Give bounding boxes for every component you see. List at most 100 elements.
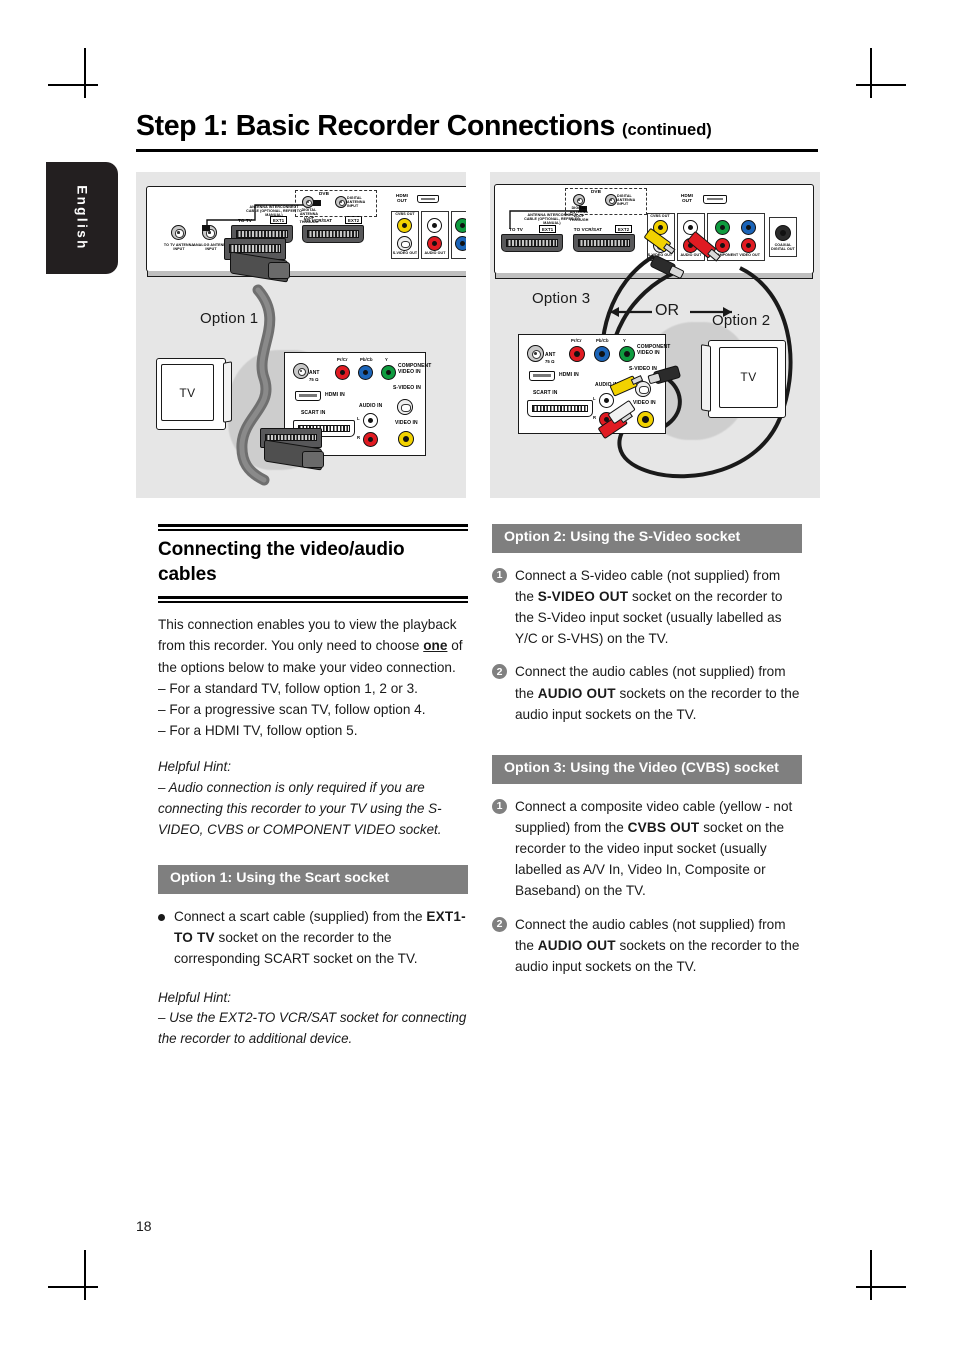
page-title-continued: (continued)	[621, 121, 712, 139]
figure-left-option-label: Option 1	[200, 310, 259, 327]
option-1-hint-label: Helpful Hint:	[158, 989, 231, 1005]
page-header: Step 1: Basic Recorder Connections (conti…	[136, 110, 818, 152]
tv-audio-l-label: L	[357, 416, 360, 421]
option-3-step-2: 2 Connect the audio cables (not supplied…	[492, 914, 802, 978]
step-number-badge: 2	[492, 664, 507, 680]
step-number-badge: 1	[492, 798, 507, 814]
section-rule-top	[158, 524, 468, 531]
option-2-header: Option 2: Using the S-Video socket	[492, 524, 802, 553]
option-1-body-part-1: Connect a scart cable (supplied) from th…	[174, 909, 427, 925]
step-number-badge: 1	[492, 567, 507, 583]
tv-s-video-in-label: S-VIDEO IN	[393, 385, 421, 391]
crop-mark-top-right-horizontal	[856, 84, 906, 86]
tv-hdmi-in-label: HDMI IN	[325, 392, 345, 398]
o3s1-strong: CVBS OUT	[627, 819, 700, 835]
language-tab-label: English	[74, 185, 90, 251]
tv-pb-cb-label-right: Pb/Cb	[596, 338, 609, 343]
figure-options-2-3: ANTENNA INTERCONNECT CABLE (OPTIONAL, RE…	[490, 172, 820, 498]
tv-scart-in-label: SCART IN	[301, 410, 326, 416]
option-1-bullet: Connect a scart cable (supplied) from th…	[158, 906, 468, 970]
intro-part-1: This connection enables you to view the …	[158, 617, 457, 654]
section-rule-bottom	[158, 596, 468, 604]
crop-mark-bottom-left-vertical	[84, 1250, 86, 1300]
scart-plug-recorder	[224, 238, 292, 286]
tv-illustration-right: TV	[700, 340, 786, 418]
page-number: 18	[136, 1218, 152, 1234]
helpful-hint-text: – Audio connection is only required if y…	[158, 780, 442, 837]
tv-hdmi-in-port-right	[529, 371, 555, 381]
left-text-column: Connecting the video/audio cables This c…	[158, 524, 468, 1050]
figure-right-option-2-label: Option 2	[712, 312, 771, 329]
tv-video-in-label: VIDEO IN	[395, 420, 418, 426]
o2s2-strong: AUDIO OUT	[537, 685, 616, 701]
option-1-hint-text: – Use the EXT2-TO VCR/SAT socket for con…	[158, 1010, 467, 1047]
o3s2-strong: AUDIO OUT	[537, 937, 616, 953]
intro-paragraph: This connection enables you to view the …	[158, 614, 468, 678]
tv-component-y-jack	[381, 365, 396, 380]
tv-audio-l-label-right: L	[593, 396, 596, 401]
crop-mark-top-left-vertical	[84, 48, 86, 98]
tv-component-video-in-label: COMPONENT VIDEO IN	[398, 363, 432, 375]
scart-plug-tv	[260, 428, 330, 478]
tv-scart-in-socket-right	[527, 400, 593, 417]
tv-component-pr-jack-right	[569, 346, 585, 362]
tv-pb-cb-label: Pb/Cb	[360, 357, 373, 362]
tv-ant-jack	[293, 363, 309, 379]
tv-hdmi-in-label-right: HDMI IN	[559, 372, 579, 378]
tv-screen-label-right: TV	[718, 347, 779, 408]
page-title: Step 1: Basic Recorder Connections (conti…	[136, 110, 818, 142]
tv-hdmi-in-port	[295, 391, 321, 401]
crop-mark-bottom-right-horizontal	[856, 1286, 906, 1288]
section-heading: Connecting the video/audio cables	[158, 539, 405, 586]
option-2-step-1: 1 Connect a S-video cable (not supplied)…	[492, 565, 802, 650]
option-3-step-1-text: Connect a composite video cable (yellow …	[515, 796, 802, 902]
tv-ant-jack-right	[527, 345, 544, 362]
intro-emphasis: one	[423, 638, 448, 654]
option-1-body: Connect a scart cable (supplied) from th…	[174, 906, 468, 970]
dash-item-3: – For a HDMI TV, follow option 5.	[158, 723, 358, 739]
option-3-step-1: 1 Connect a composite video cable (yello…	[492, 796, 802, 902]
dash-item-2: – For a progressive scan TV, follow opti…	[158, 701, 426, 717]
crop-mark-bottom-left-horizontal	[48, 1286, 98, 1288]
tv-ant-ohm-label-right: 75 Ω	[545, 359, 555, 364]
option-1-header: Option 1: Using the Scart socket	[158, 865, 468, 895]
tv-ant-label-right: ANT	[545, 352, 556, 358]
tv-ant-label: ANT	[309, 370, 320, 376]
tv-audio-in-left-jack	[363, 413, 378, 428]
page-title-text: Step 1: Basic Recorder Connections	[136, 110, 615, 142]
tv-scart-in-label-right: SCART IN	[533, 390, 558, 396]
option-3-header: Option 3: Using the Video (CVBS) socket	[492, 755, 802, 784]
crop-mark-top-left-horizontal	[48, 84, 98, 86]
tv-illustration-left: TV	[156, 358, 233, 430]
tv-screen-label: TV	[160, 364, 215, 421]
crop-mark-bottom-right-vertical	[870, 1250, 872, 1300]
tv-audio-in-label: AUDIO IN	[359, 403, 383, 409]
page-title-rule	[136, 148, 818, 152]
tv-y-label: Y	[385, 357, 388, 362]
tv-video-in-jack	[398, 431, 414, 447]
figure-right-option-3-label: Option 3	[532, 290, 591, 307]
tv-audio-in-right-jack	[363, 432, 378, 447]
language-tab: English	[46, 162, 118, 274]
tv-pr-cr-label: Pr/Cr	[337, 357, 348, 362]
tv-component-pb-jack	[358, 365, 373, 380]
tv-pr-cr-label-right: Pr/Cr	[571, 338, 582, 343]
crop-mark-top-right-vertical	[870, 48, 872, 98]
helpful-hint-label: Helpful Hint:	[158, 759, 231, 775]
right-text-column: Option 2: Using the S-Video socket 1 Con…	[492, 524, 802, 977]
tv-component-pb-jack-right	[594, 346, 610, 362]
step-number-badge: 2	[492, 916, 507, 932]
tv-s-video-in-jack	[397, 399, 413, 415]
tv-ant-ohm-label: 75 Ω	[309, 377, 319, 382]
tv-component-video-in-label-right: COMPONENT VIDEO IN	[637, 344, 671, 356]
option-3-step-2-text: Connect the audio cables (not supplied) …	[515, 914, 802, 978]
figure-option-1-scart: TO TV ANTENNA INPUT ANALOG ANTENNA INPUT…	[136, 172, 466, 498]
tv-component-pr-jack	[335, 365, 350, 380]
tv-audio-r-label: R	[357, 435, 361, 440]
option-2-step-1-text: Connect a S-video cable (not supplied) f…	[515, 565, 802, 650]
figure-right-or-label: OR	[655, 302, 679, 319]
option-2-step-2-text: Connect the audio cables (not supplied) …	[515, 661, 802, 725]
option-2-step-2: 2 Connect the audio cables (not supplied…	[492, 661, 802, 725]
tv-y-label-right: Y	[623, 338, 626, 343]
tv-component-y-jack-right	[619, 346, 635, 362]
